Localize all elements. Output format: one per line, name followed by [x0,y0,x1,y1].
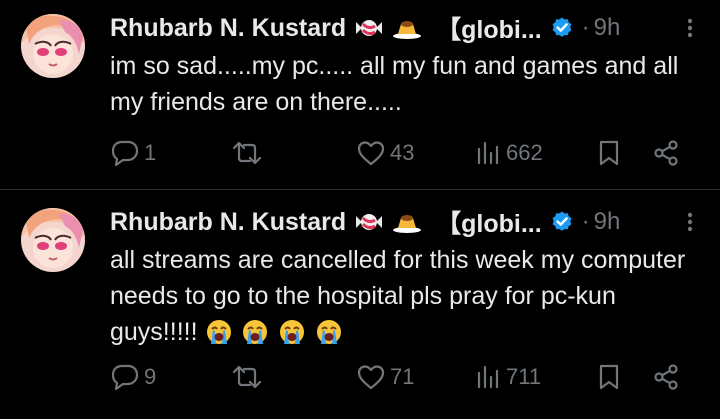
share-button[interactable] [652,363,680,391]
verified-badge-icon [552,17,572,37]
timestamp[interactable]: 9h [594,208,621,236]
repost-icon [232,141,262,165]
tweet-text: all streams are cancelled for this week … [110,242,700,350]
loudly-crying-face-icon [206,320,231,344]
action-bar: 9 71 711 [110,362,690,392]
reply-count: 1 [144,140,157,165]
repost-icon [232,365,262,389]
like-count: 71 [390,364,415,389]
reply-button[interactable]: 9 [110,363,156,391]
share-icon [654,140,678,166]
views-count: 711 [506,364,542,389]
display-name[interactable]: Rhubarb N. Kustard [110,14,346,43]
pudding-icon [392,210,422,234]
views-icon [477,365,499,389]
reply-button[interactable]: 1 [110,139,156,167]
avatar[interactable] [21,208,85,272]
bookmark-icon [599,140,619,166]
like-icon [357,365,385,390]
tweet-text-body: all streams are cancelled for this week … [110,246,686,346]
more-icon[interactable] [686,16,694,40]
separator-dot: · [581,14,590,41]
pudding-icon [392,16,422,40]
bookmark-button[interactable] [596,139,622,167]
separator-dot: · [581,208,590,235]
tweet[interactable]: Rhubarb N. Kustard 【globi... · 9h [0,190,720,419]
handle-fragment[interactable]: 【globi... [436,204,542,240]
like-icon [357,141,385,166]
views-count: 662 [506,140,543,165]
like-button[interactable]: 71 [356,363,414,391]
tweet[interactable]: Rhubarb N. Kustard 【globi... · 9h [0,0,720,190]
display-name[interactable]: Rhubarb N. Kustard [110,208,346,237]
like-button[interactable]: 43 [356,139,414,167]
handle-fragment[interactable]: 【globi... [436,10,542,46]
views-button[interactable]: 711 [474,363,541,391]
tweet-text: im so sad.....my pc..... all my fun and … [110,52,679,116]
loudly-crying-face-icon [280,320,305,344]
action-bar: 1 43 662 [110,138,690,168]
bookmark-icon [599,364,619,390]
emoji-row [205,318,346,346]
repost-button[interactable] [230,363,268,391]
candy-icon [354,210,384,234]
share-button[interactable] [652,139,680,167]
verified-badge-icon [552,211,572,231]
timestamp[interactable]: 9h [594,14,621,42]
candy-icon [354,16,384,40]
reply-icon [111,140,139,167]
reply-icon [111,364,139,391]
more-icon[interactable] [686,210,694,234]
loudly-crying-face-icon [317,320,342,344]
like-count: 43 [390,140,415,165]
reply-count: 9 [144,364,157,389]
views-button[interactable]: 662 [474,139,543,167]
bookmark-button[interactable] [596,363,622,391]
avatar[interactable] [21,14,85,78]
views-icon [477,141,499,165]
repost-button[interactable] [230,139,268,167]
tweet-header: Rhubarb N. Kustard 【globi... · 9h [110,10,621,46]
share-icon [654,364,678,390]
tweet-header: Rhubarb N. Kustard 【globi... · 9h [110,204,621,240]
loudly-crying-face-icon [243,320,268,344]
